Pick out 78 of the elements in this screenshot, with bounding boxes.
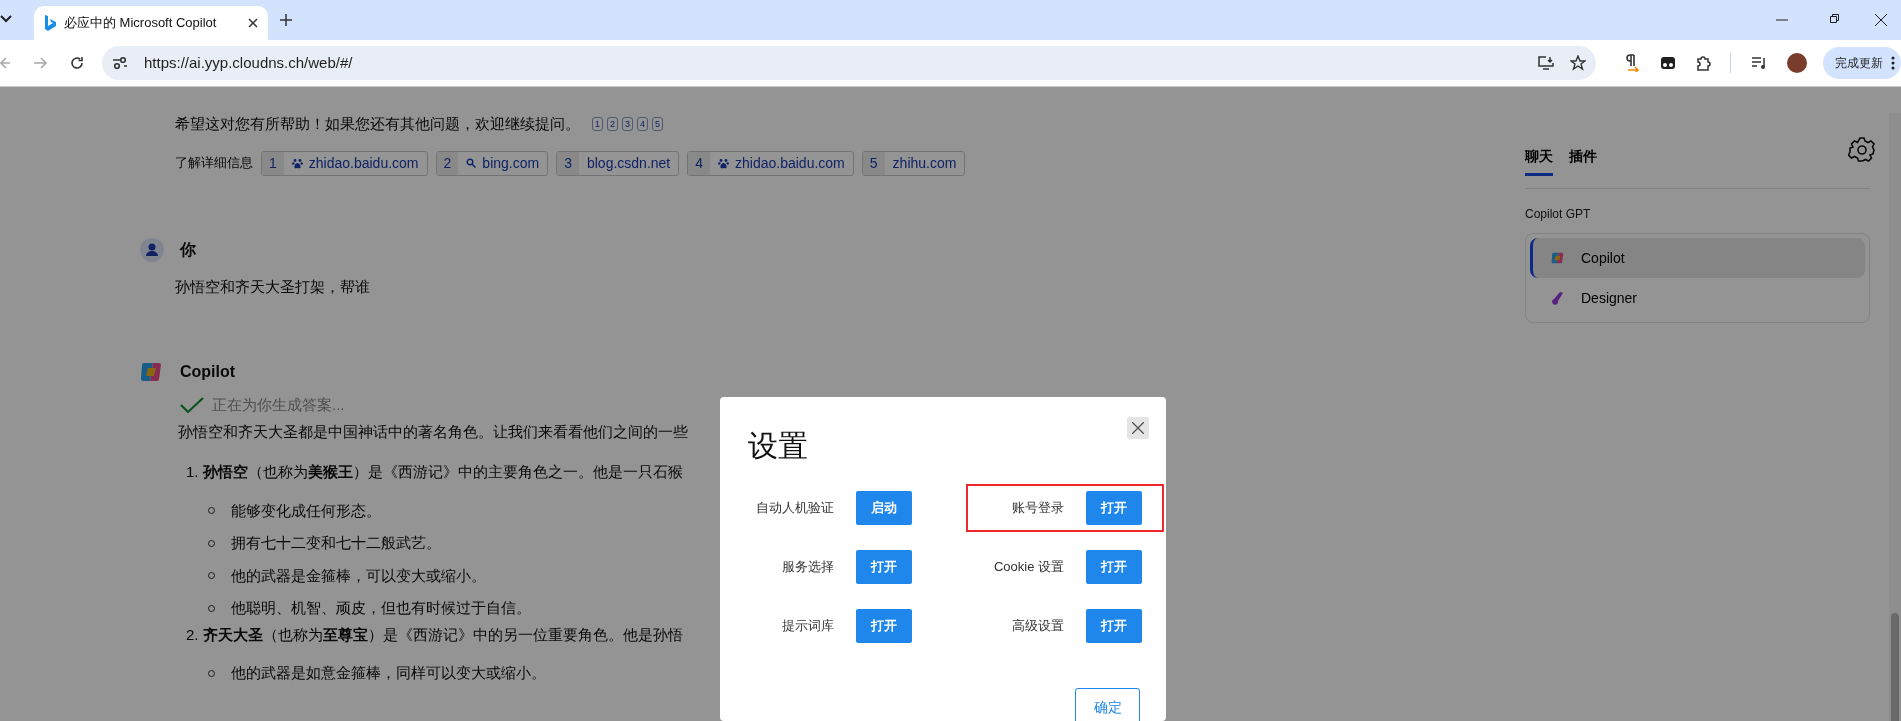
citation-link[interactable]: 4 [637, 117, 649, 132]
profile-avatar[interactable] [1787, 53, 1807, 73]
scrollbar[interactable] [1889, 113, 1901, 721]
settings-icon[interactable] [1848, 135, 1876, 164]
dialog-title: 设置 [748, 428, 809, 464]
list-number: 1. [186, 462, 199, 482]
close-icon[interactable] [1875, 14, 1887, 26]
open-button[interactable]: 打开 [856, 550, 912, 584]
tab-title: 必应中的 Microsoft Copilot [64, 14, 218, 33]
site-info-icon[interactable] [112, 56, 128, 70]
puzzle-icon[interactable] [1696, 55, 1712, 71]
address-bar[interactable]: https://ai.yyp.cloudns.ch/web/#/ [102, 46, 1596, 80]
user-message: 孙悟空和齐天大圣打架，帮谁 [174, 276, 371, 297]
browser-tab[interactable]: 必应中的 Microsoft Copilot [34, 6, 268, 40]
citation-link[interactable]: 2 [607, 117, 619, 132]
confirm-button[interactable]: 确定 [1075, 688, 1140, 721]
bullet-text: 他的武器是金箍棒，可以变大或缩小。 [231, 565, 486, 586]
citation-link[interactable]: 5 [652, 117, 664, 132]
media-control-icon[interactable] [1751, 56, 1767, 70]
search-icon [466, 158, 477, 168]
user-avatar-icon [140, 237, 164, 262]
bullet-text: 他聪明、机智、顽皮，但也有时候过于自信。 [231, 598, 531, 618]
list-item-text: 齐天大圣（也称为至尊宝）是《西游记》中的另一位重要角色。他是孙悟 [202, 624, 683, 645]
closing-text: 希望这对您有所帮助！如果您还有其他问题，欢迎继续提问。 [175, 114, 580, 134]
list-number: 2. [186, 624, 199, 645]
bullet-text: 能够变化成任何形态。 [231, 500, 381, 521]
learn-more-label: 了解详细信息 [175, 154, 253, 173]
source-link[interactable]: 3 blog.csdn.net [556, 150, 680, 176]
model-item[interactable]: Designer [1530, 278, 1865, 318]
setting-label: 自动人机验证 [755, 499, 834, 518]
close-button[interactable] [1127, 417, 1149, 439]
install-app-icon[interactable] [1538, 55, 1554, 71]
open-button[interactable]: 打开 [1086, 609, 1142, 643]
section-label: Copilot GPT [1525, 206, 1592, 223]
source-link[interactable]: 4 zhidao.baidu.com [687, 150, 854, 176]
tab-list-icon[interactable] [0, 14, 12, 24]
setting-label: 服务选择 [781, 558, 834, 577]
list-item-text: 孙悟空（也称为美猴王）是《西游记》中的主要角色之一。他是一只石猴 [202, 462, 683, 482]
brush-icon [1551, 291, 1565, 305]
setting-label: Cookie 设置 [992, 558, 1064, 577]
extension-icon[interactable] [1660, 56, 1676, 70]
open-button[interactable]: 启动 [856, 491, 912, 525]
source-link[interactable]: 2 bing.com [435, 150, 549, 176]
reload-icon[interactable] [70, 56, 84, 70]
source-link[interactable]: 5 zhihu.com [861, 150, 966, 176]
star-icon[interactable] [1570, 55, 1586, 71]
sidebar-tab[interactable]: 插件 [1569, 133, 1597, 176]
url-text: https://ai.yyp.cloudns.ch/web/#/ [144, 52, 354, 73]
close-icon[interactable] [248, 18, 258, 28]
open-button[interactable]: 打开 [856, 609, 912, 643]
bullet-text: 拥有七十二变和七十二般武艺。 [231, 533, 441, 553]
copilot-logo-icon [140, 360, 164, 384]
bullet-text: 他的武器是如意金箍棒，同样可以变大或缩小。 [231, 663, 546, 683]
source-link[interactable]: 1 zhidao.baidu.com [261, 150, 428, 176]
author-name: 你 [180, 239, 196, 260]
paw-icon [718, 157, 730, 169]
citation-link[interactable]: 3 [622, 117, 634, 132]
copilot-logo-icon [1551, 251, 1565, 265]
more-icon [1891, 56, 1895, 70]
bing-logo-icon [44, 15, 56, 31]
pilcrow-extension-icon[interactable] [1624, 54, 1640, 72]
paw-icon [291, 157, 303, 169]
update-button[interactable]: 完成更新 [1823, 47, 1901, 79]
setting-label: 账号登录 [1011, 499, 1064, 518]
sidebar-tab[interactable]: 聊天 [1525, 133, 1553, 176]
open-button[interactable]: 打开 [1086, 550, 1142, 584]
status-text: 正在为你生成答案... [212, 395, 345, 415]
open-button[interactable]: 打开 [1086, 491, 1142, 525]
citation-link[interactable]: 1 [592, 117, 603, 132]
setting-label: 提示词库 [781, 617, 834, 636]
answer-paragraph: 孙悟空和齐天大圣都是中国神话中的著名角色。让我们来看看他们之间的一些 [178, 422, 688, 440]
setting-label: 高级设置 [1011, 617, 1064, 636]
author-name: Copilot [180, 362, 236, 382]
close-icon [1132, 422, 1144, 434]
new-tab-icon[interactable] [280, 14, 292, 26]
restore-icon[interactable] [1828, 14, 1839, 25]
checkmark-icon [180, 397, 204, 414]
model-item[interactable]: Copilot [1530, 238, 1865, 278]
